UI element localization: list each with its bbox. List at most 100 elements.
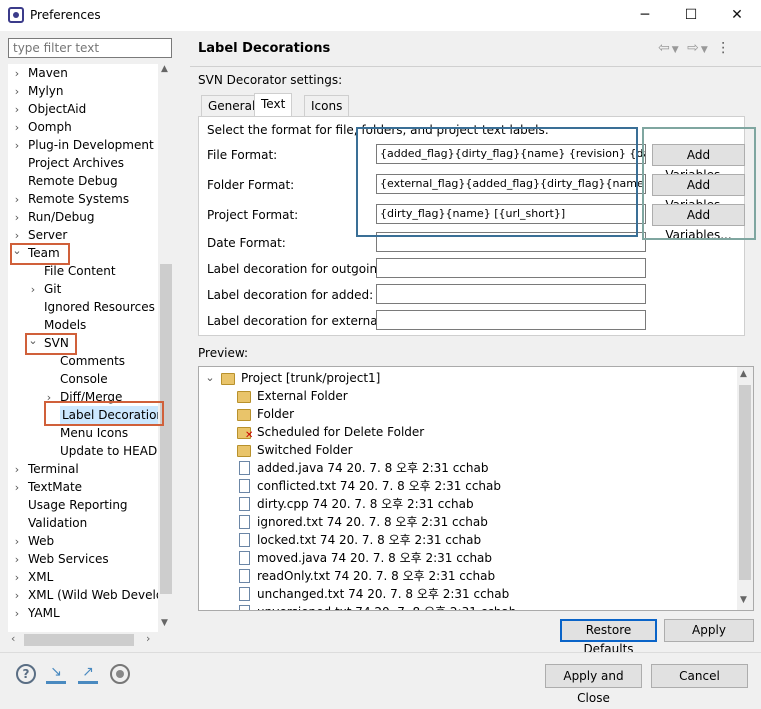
tree-item-git[interactable]: Git: [44, 280, 61, 298]
preview-file-dirty[interactable]: dirty.cpp 74 20. 7. 8 오후 2:31 cchab: [257, 495, 474, 513]
tree-item-xml-wild-web[interactable]: XML (Wild Web Develop: [28, 586, 171, 604]
scroll-up-icon[interactable]: ▲: [740, 369, 747, 379]
export-icon[interactable]: ↗: [78, 664, 98, 684]
tree-item-menu-icons[interactable]: Menu Icons: [60, 424, 128, 442]
format-fields-annotation-box: [356, 127, 638, 237]
tree-item-server[interactable]: Server: [28, 226, 67, 244]
apply-button[interactable]: Apply: [664, 619, 754, 642]
apply-and-close-button[interactable]: Apply and Close: [545, 664, 642, 705]
tree-item-maven[interactable]: Maven: [28, 64, 68, 82]
tree-item-terminal[interactable]: Terminal: [28, 460, 79, 478]
ignored-file-icon: [239, 515, 250, 529]
scroll-down-icon[interactable]: ▼: [740, 595, 747, 605]
restore-defaults-button[interactable]: Restore Defaults: [560, 619, 657, 656]
scrollbar-thumb[interactable]: [739, 385, 751, 580]
chevron-right-icon[interactable]: ›: [12, 211, 22, 224]
chevron-right-icon[interactable]: ›: [12, 121, 22, 134]
scroll-up-icon[interactable]: ▲: [161, 64, 168, 74]
chevron-right-icon[interactable]: ›: [12, 463, 22, 476]
preview-file-locked[interactable]: locked.txt 74 20. 7. 8 오후 2:31 cchab: [257, 531, 481, 549]
chevron-right-icon[interactable]: ›: [12, 103, 22, 116]
scroll-left-icon[interactable]: ‹: [11, 632, 15, 645]
preview-vertical-scrollbar[interactable]: ▲ ▼: [737, 367, 753, 610]
view-menu-icon[interactable]: ⋮: [716, 40, 732, 56]
back-arrow-icon[interactable]: ⇦: [658, 40, 672, 56]
forward-arrow-icon[interactable]: ⇨: [687, 40, 701, 56]
tree-item-yaml[interactable]: YAML: [28, 604, 60, 622]
preview-file-unversioned[interactable]: unversioned.txt 74 20. 7. 8 오후 2:31 ccha…: [257, 603, 516, 610]
minimize-button[interactable]: ─: [622, 0, 668, 31]
scroll-down-icon[interactable]: ▼: [161, 618, 168, 628]
tree-item-remote-systems[interactable]: Remote Systems: [28, 190, 129, 208]
tree-item-objectaid[interactable]: ObjectAid: [28, 100, 86, 118]
chevron-right-icon[interactable]: ›: [12, 229, 22, 242]
navigation-toolbar: ⇦▼ ⇨▼ ⋮: [658, 40, 732, 56]
tree-vertical-scrollbar[interactable]: ▲ ▼: [158, 64, 174, 632]
preview-scheduled-delete-folder[interactable]: Scheduled for Delete Folder: [257, 423, 424, 441]
external-decoration-input[interactable]: [376, 310, 646, 330]
tree-item-project-archives[interactable]: Project Archives: [28, 154, 124, 172]
preview-file-readonly[interactable]: readOnly.txt 74 20. 7. 8 오후 2:31 cchab: [257, 567, 495, 585]
scrollbar-thumb[interactable]: [24, 634, 134, 646]
scrollbar-thumb[interactable]: [160, 264, 172, 594]
tree-item-update-to-head[interactable]: Update to HEAD: [60, 442, 157, 460]
tree-item-remote-debug[interactable]: Remote Debug: [28, 172, 118, 190]
preview-switched-folder[interactable]: Switched Folder: [257, 441, 353, 459]
chevron-right-icon[interactable]: ›: [12, 67, 22, 80]
preview-file-added[interactable]: added.java 74 20. 7. 8 오후 2:31 cchab: [257, 459, 488, 477]
tree-item-usage-reporting[interactable]: Usage Reporting: [28, 496, 128, 514]
bottom-separator: [0, 652, 761, 653]
chevron-right-icon[interactable]: ›: [12, 535, 22, 548]
folder-format-label: Folder Format:: [207, 178, 295, 192]
preview-file-ignored[interactable]: ignored.txt 74 20. 7. 8 오후 2:31 cchab: [257, 513, 488, 531]
chevron-down-icon[interactable]: ⌄: [205, 371, 215, 384]
tree-horizontal-scrollbar[interactable]: ‹ ›: [8, 632, 174, 648]
tree-item-oomph[interactable]: Oomph: [28, 118, 72, 136]
tree-item-textmate[interactable]: TextMate: [28, 478, 82, 496]
tree-item-run-debug[interactable]: Run/Debug: [28, 208, 95, 226]
back-menu-icon[interactable]: ▼: [672, 45, 681, 55]
tree-item-xml[interactable]: XML: [28, 568, 53, 586]
chevron-right-icon[interactable]: ›: [12, 139, 22, 152]
tree-item-web-services[interactable]: Web Services: [28, 550, 109, 568]
date-format-label: Date Format:: [207, 236, 286, 250]
outgoing-decoration-input[interactable]: [376, 258, 646, 278]
tree-item-ignored-resources[interactable]: Ignored Resources: [44, 298, 155, 316]
preview-file-conflicted[interactable]: conflicted.txt 74 20. 7. 8 오후 2:31 cchab: [257, 477, 501, 495]
filter-input[interactable]: [8, 38, 172, 58]
add-variables-annotation-box: [642, 127, 756, 240]
oomph-record-icon[interactable]: [110, 664, 130, 684]
maximize-button[interactable]: ☐: [668, 0, 714, 31]
preview-external-folder[interactable]: External Folder: [257, 387, 348, 405]
chevron-right-icon[interactable]: ›: [12, 193, 22, 206]
locked-file-icon: [239, 533, 250, 547]
import-icon[interactable]: ↘: [46, 664, 66, 684]
tree-item-models[interactable]: Models: [44, 316, 86, 334]
preview-file-moved[interactable]: moved.java 74 20. 7. 8 오후 2:31 cchab: [257, 549, 492, 567]
preview-file-unchanged[interactable]: unchanged.txt 74 20. 7. 8 오후 2:31 cchab: [257, 585, 509, 603]
chevron-right-icon[interactable]: ›: [12, 571, 22, 584]
cancel-button[interactable]: Cancel: [651, 664, 748, 688]
chevron-right-icon[interactable]: ›: [12, 85, 22, 98]
tree-item-validation[interactable]: Validation: [28, 514, 87, 532]
help-icon[interactable]: ?: [16, 664, 36, 684]
tab-icons[interactable]: Icons: [304, 95, 350, 117]
tab-text[interactable]: Text: [254, 93, 293, 117]
chevron-right-icon[interactable]: ›: [12, 481, 22, 494]
preview-folder[interactable]: Folder: [257, 405, 294, 423]
scroll-right-icon[interactable]: ›: [146, 632, 150, 645]
chevron-right-icon[interactable]: ›: [12, 607, 22, 620]
chevron-right-icon[interactable]: ›: [28, 283, 38, 296]
tree-item-web[interactable]: Web: [28, 532, 54, 550]
chevron-right-icon[interactable]: ›: [12, 589, 22, 602]
tree-item-plugin-development[interactable]: Plug-in Development: [28, 136, 154, 154]
preview-project[interactable]: Project [trunk/project1]: [241, 369, 380, 387]
tree-item-mylyn[interactable]: Mylyn: [28, 82, 64, 100]
close-button[interactable]: ✕: [714, 0, 760, 31]
tree-item-console[interactable]: Console: [60, 370, 108, 388]
chevron-right-icon[interactable]: ›: [12, 553, 22, 566]
added-decoration-input[interactable]: [376, 284, 646, 304]
label-decorations-highlight-box: [44, 401, 164, 426]
switched-folder-icon: [237, 445, 251, 457]
forward-menu-icon[interactable]: ▼: [701, 45, 710, 55]
